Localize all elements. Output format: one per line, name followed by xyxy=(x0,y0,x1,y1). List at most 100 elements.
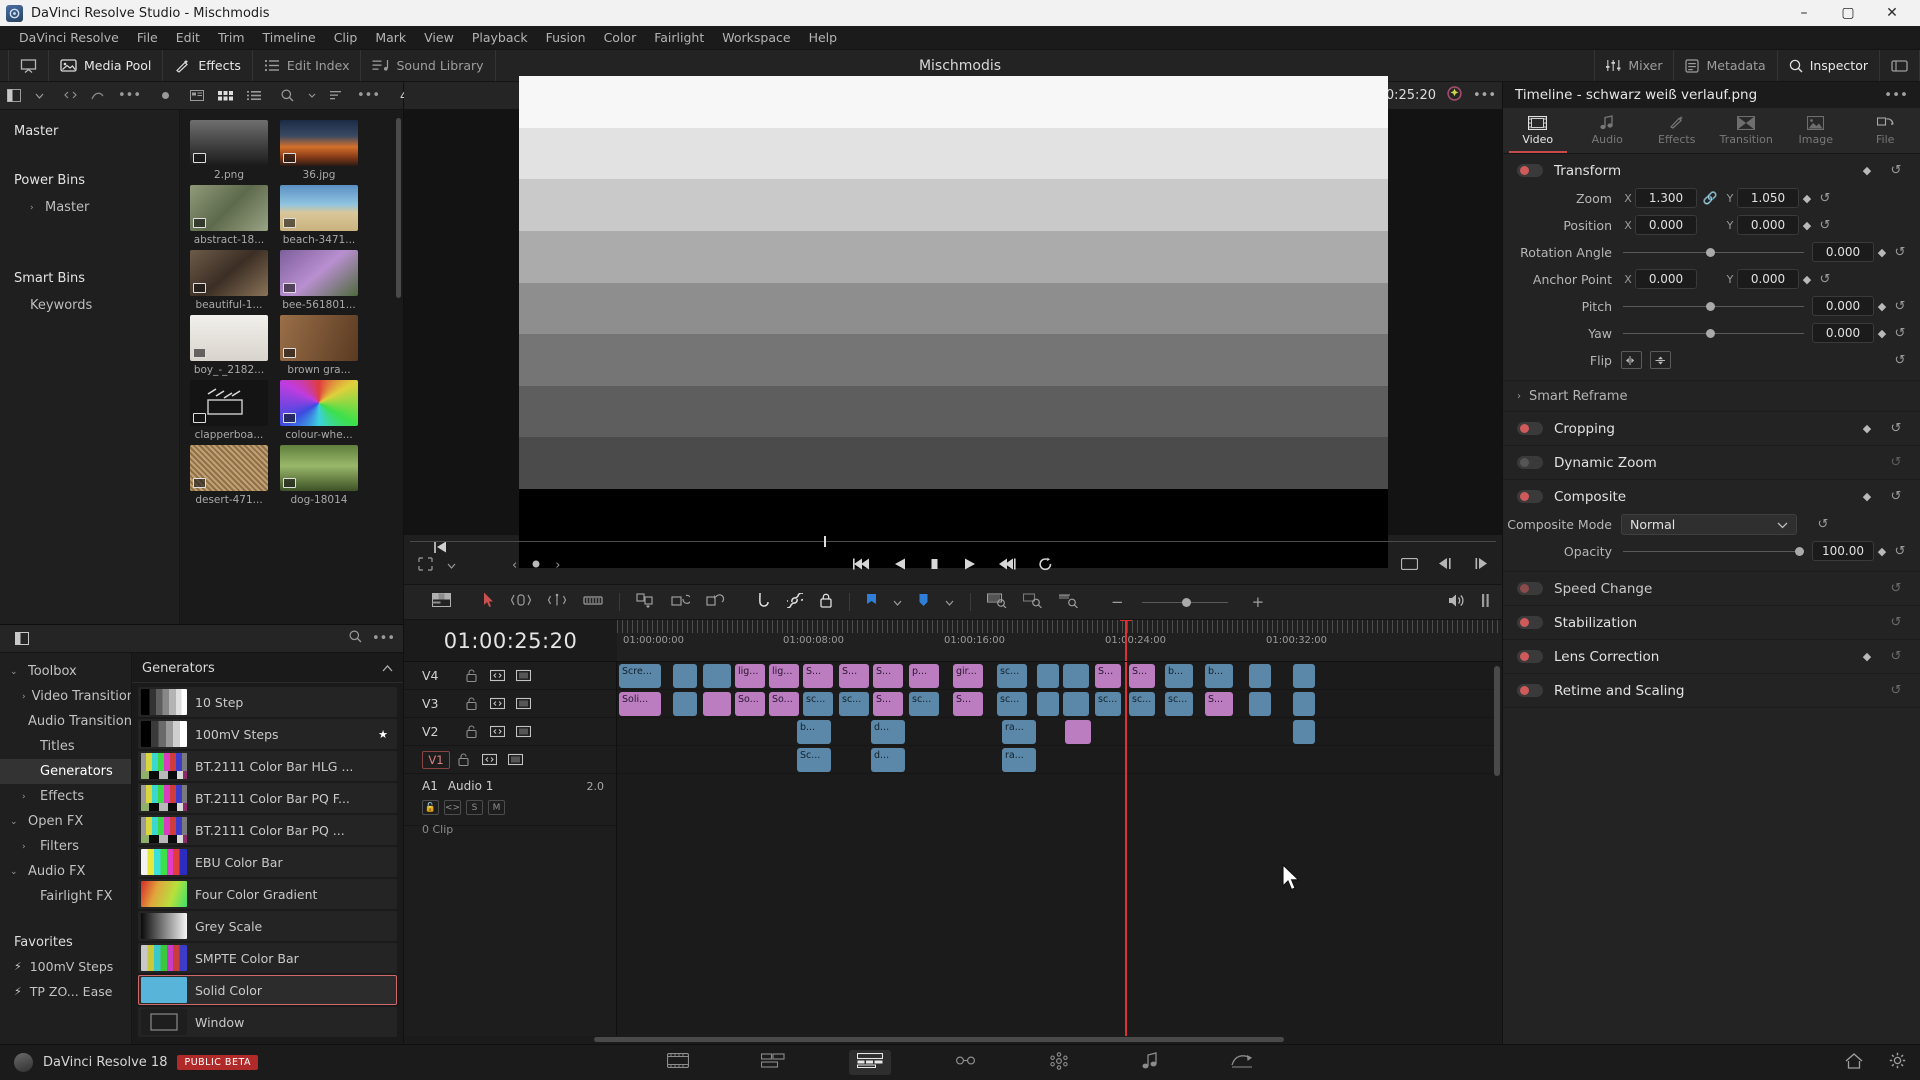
yaw-reset-icon[interactable]: ↺ xyxy=(1890,326,1910,341)
flip-horizontal-button[interactable] xyxy=(1621,351,1642,369)
search-chevron-icon[interactable] xyxy=(301,82,323,109)
rotation-keyframe-icon[interactable]: ◆ xyxy=(1874,246,1890,259)
composite-header[interactable]: Composite ◆ ↺ xyxy=(1503,480,1920,513)
timeline-clip[interactable]: S... xyxy=(839,664,869,688)
effects-tree-item-open-fx[interactable]: ⌄ Open FX xyxy=(0,809,131,834)
section-cropping[interactable]: Cropping ◆ ↺ xyxy=(1503,412,1920,446)
menu-davinci-resolve[interactable]: DaVinci Resolve xyxy=(10,26,128,50)
track-video-enable-icon[interactable] xyxy=(502,753,528,766)
jump-to-end-button[interactable] xyxy=(998,557,1016,575)
composite-toggle[interactable] xyxy=(1517,490,1543,503)
bin-keywords[interactable]: Keywords xyxy=(0,292,179,319)
track-lane-v3[interactable]: b... d... ra... xyxy=(617,718,1502,746)
timeline-clip[interactable]: d... xyxy=(871,720,905,744)
play-reverse-button[interactable] xyxy=(893,557,906,575)
maximize-button[interactable]: ▢ xyxy=(1826,0,1870,26)
effect-item[interactable]: BT.2111 Color Bar HLG ... xyxy=(138,751,397,781)
timeline-clip[interactable]: sc... xyxy=(1129,692,1155,716)
effects-tree-item-filters[interactable]: › Filters xyxy=(0,834,131,859)
bin-power-bins[interactable]: Power Bins xyxy=(0,167,179,194)
bin-view-icon[interactable] xyxy=(0,82,28,109)
track-lane-v1[interactable]: Scre... lig... lig... S... S... S... p... gir..… xyxy=(617,662,1502,690)
track-lock-icon[interactable] xyxy=(458,697,484,710)
loop-button[interactable] xyxy=(1038,557,1053,575)
lens-correction-keyframe-icon[interactable]: ◆ xyxy=(1859,650,1875,663)
rotation-field[interactable]: 0.000 xyxy=(1812,242,1874,262)
menu-fusion[interactable]: Fusion xyxy=(537,26,595,50)
zoom-keyframe-icon[interactable]: ◆ xyxy=(1799,192,1815,205)
favorite-star-icon[interactable]: ★ xyxy=(378,728,396,741)
retime-scaling-toggle[interactable] xyxy=(1517,684,1543,697)
composite-mode-reset-icon[interactable]: ↺ xyxy=(1813,517,1833,532)
menu-trim[interactable]: Trim xyxy=(209,26,254,50)
position-keyframe-icon[interactable]: ◆ xyxy=(1799,219,1815,232)
inspector-button[interactable]: Inspector xyxy=(1778,50,1880,81)
media-pool-thumbnail-grid[interactable]: 2.png 36.jpg abstract-18... beach-3471... be… xyxy=(180,110,403,624)
media-search-icon[interactable] xyxy=(274,82,301,109)
page-deliver[interactable] xyxy=(1223,1050,1261,1075)
effects-items-list[interactable]: 10 Step 100mV Steps ★ BT.2111 Color Bar HLG… xyxy=(132,683,403,1044)
timeline-clip[interactable] xyxy=(703,664,731,688)
page-media[interactable] xyxy=(659,1050,697,1075)
position-reset-icon[interactable]: ↺ xyxy=(1815,218,1835,233)
cropping-reset-icon[interactable]: ↺ xyxy=(1886,421,1906,436)
menu-timeline[interactable]: Timeline xyxy=(254,26,325,50)
track-header-audio-1[interactable]: A1 Audio 1 2.0 🔓 <> S M 0 Clip xyxy=(404,774,616,836)
bin-view-chevron-icon[interactable] xyxy=(28,82,51,109)
flag-chevron-icon[interactable] xyxy=(893,595,902,610)
timeline-clip[interactable]: ra... xyxy=(1002,748,1036,772)
effect-item[interactable]: EBU Color Bar xyxy=(138,847,397,877)
track-lock-icon[interactable] xyxy=(450,753,476,766)
anchor-reset-icon[interactable]: ↺ xyxy=(1815,272,1835,287)
lens-correction-reset-icon[interactable]: ↺ xyxy=(1886,649,1906,664)
stop-button[interactable] xyxy=(928,557,941,575)
page-fairlight[interactable] xyxy=(1133,1049,1167,1076)
speed-change-reset-icon[interactable]: ↺ xyxy=(1886,581,1906,596)
scrubber-playhead[interactable] xyxy=(824,535,826,547)
timeline-clip[interactable]: ra... xyxy=(1002,720,1036,744)
trim-tool-icon[interactable] xyxy=(510,593,532,611)
track-header-v3[interactable]: V3 xyxy=(404,690,616,718)
timeline-clip[interactable] xyxy=(1037,692,1059,716)
timeline-clip[interactable]: So... xyxy=(735,692,765,716)
favorite-item[interactable]: ⚡ TP ZO... Ease xyxy=(0,979,131,1004)
timeline-clip[interactable]: So... xyxy=(769,692,799,716)
effects-tree-item-video-transitions[interactable]: › Video Transitions xyxy=(0,684,131,709)
effect-item[interactable]: Solid Color xyxy=(138,975,397,1005)
timeline-clip[interactable] xyxy=(1249,664,1271,688)
media-thumbnail[interactable]: 2.png xyxy=(190,120,268,181)
collapse-icon[interactable] xyxy=(382,661,393,676)
stabilization-reset-icon[interactable]: ↺ xyxy=(1886,615,1906,630)
track-auto-select-icon[interactable] xyxy=(484,697,510,710)
anchor-y-field[interactable]: 0.000 xyxy=(1737,269,1799,289)
selection-tool-icon[interactable] xyxy=(483,592,495,612)
media-thumbnail[interactable]: 36.jpg xyxy=(280,120,358,181)
composite-mode-select[interactable]: Normal xyxy=(1621,513,1797,535)
effects-tree-item-generators[interactable]: Generators xyxy=(0,759,131,784)
replace-clip-icon[interactable] xyxy=(706,593,725,612)
flag-icon[interactable] xyxy=(866,593,877,612)
track-header-v4[interactable]: V4 xyxy=(404,662,616,690)
timeline-clip[interactable]: S... xyxy=(1095,664,1121,688)
timeline-clip[interactable]: sc... xyxy=(839,692,869,716)
viewer-scrubber[interactable] xyxy=(404,535,1502,547)
transform-header[interactable]: Transform ◆ ↺ xyxy=(1503,154,1920,187)
undo-icon[interactable] xyxy=(57,82,84,109)
media-thumbnail[interactable]: clapperboa... xyxy=(190,380,268,441)
effect-item[interactable]: Window xyxy=(138,1007,397,1037)
track-lock-icon[interactable] xyxy=(458,725,484,738)
timeline-clip[interactable] xyxy=(1065,720,1091,744)
opacity-keyframe-icon[interactable]: ◆ xyxy=(1874,545,1890,558)
track-auto-select-icon[interactable] xyxy=(484,669,510,682)
media-thumbnail[interactable]: dog-18014 xyxy=(280,445,358,506)
media-thumbnail[interactable]: desert-471... xyxy=(190,445,268,506)
list-view-icon[interactable] xyxy=(240,82,268,109)
opacity-field[interactable]: 100.00 xyxy=(1812,541,1874,561)
timeline-playhead-top[interactable] xyxy=(1120,620,1132,661)
section-speed-change[interactable]: Speed Change ↺ xyxy=(1503,572,1920,606)
media-thumbnail[interactable]: colour-whe... xyxy=(280,380,358,441)
effects-search-icon[interactable] xyxy=(349,630,362,647)
effect-item[interactable]: 100mV Steps ★ xyxy=(138,719,397,749)
section-smart-reframe[interactable]: › Smart Reframe xyxy=(1503,381,1920,412)
transform-toggle[interactable] xyxy=(1517,164,1543,177)
